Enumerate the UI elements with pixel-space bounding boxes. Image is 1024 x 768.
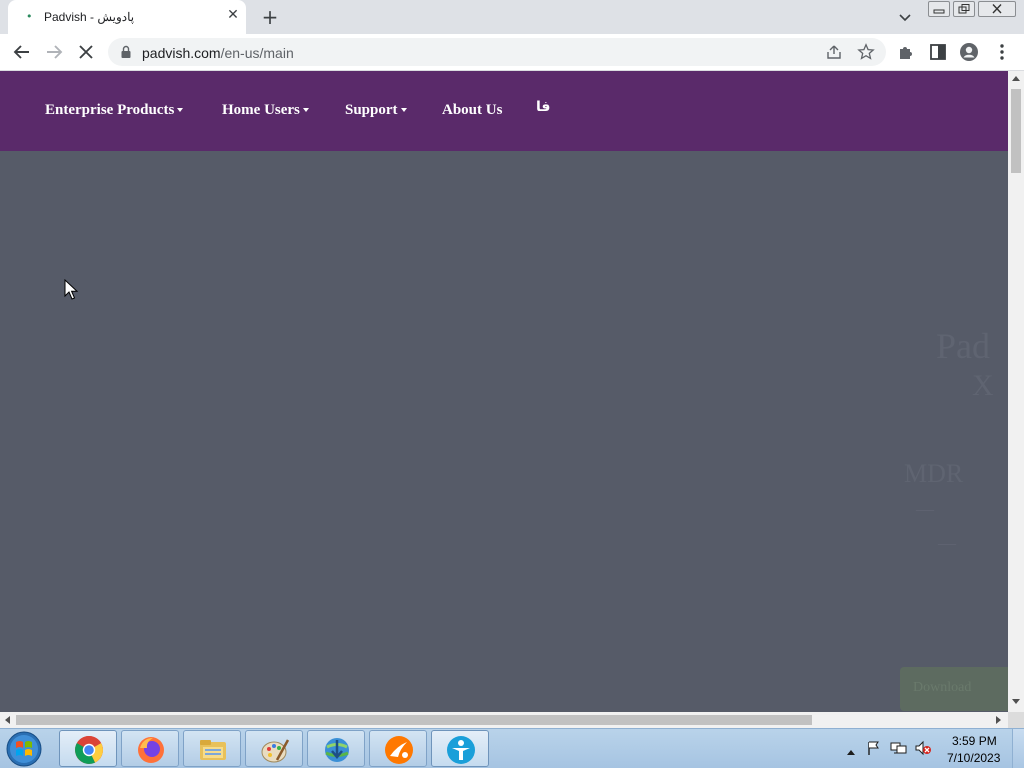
- taskbar-firefox[interactable]: [121, 730, 179, 767]
- back-arrow-icon[interactable]: [10, 40, 34, 64]
- vertical-scrollbar[interactable]: [1008, 71, 1024, 712]
- volume-muted-icon[interactable]: [914, 740, 932, 761]
- file-explorer-icon: [200, 740, 226, 760]
- taskbar-file-explorer[interactable]: [183, 730, 241, 767]
- hero-text-line-faded: —: [938, 533, 956, 553]
- taskbar-download-manager[interactable]: [307, 730, 365, 767]
- minimize-window-button[interactable]: [928, 1, 950, 17]
- scroll-right-arrow-icon[interactable]: [996, 716, 1001, 724]
- side-panel-icon[interactable]: [928, 42, 948, 62]
- start-button[interactable]: [4, 730, 44, 768]
- mouse-cursor-icon: [64, 279, 78, 300]
- nav-home-users[interactable]: Home Users: [222, 102, 309, 119]
- profile-avatar-icon[interactable]: [959, 42, 979, 62]
- lock-icon[interactable]: [120, 45, 132, 59]
- url-text: padvish.com/en-us/main: [142, 45, 294, 61]
- scroll-down-arrow-icon[interactable]: [1012, 699, 1020, 704]
- paint-icon: [261, 739, 290, 763]
- padvish-favicon-icon: •: [26, 10, 33, 23]
- address-bar[interactable]: padvish.com/en-us/main: [108, 38, 886, 66]
- forward-arrow-icon[interactable]: [42, 40, 66, 64]
- new-tab-button[interactable]: +: [258, 4, 282, 30]
- nav-about-us[interactable]: About Us: [442, 102, 502, 119]
- url-path: /en-us/main: [220, 45, 294, 61]
- horizontal-scrollbar[interactable]: [0, 712, 1008, 728]
- site-navbar: Enterprise Products Home Users Support A…: [0, 71, 1008, 151]
- teamviewer-icon: [447, 736, 475, 764]
- hero-cta-button-faded: Download: [900, 667, 1008, 711]
- url-domain: padvish.com: [142, 45, 221, 61]
- download-manager-icon: [325, 738, 349, 762]
- show-desktop-button[interactable]: [1012, 729, 1024, 768]
- page-viewport: Enterprise Products Home Users Support A…: [0, 71, 1008, 712]
- taskbar-avast[interactable]: [369, 730, 427, 767]
- browser-menu-kebab-icon[interactable]: [992, 42, 1012, 62]
- windows-taskbar: 3:59 PM 7/10/2023: [0, 728, 1024, 768]
- tab-title: Padvish - پادویش: [44, 10, 135, 24]
- caret-down-icon: [302, 107, 309, 112]
- tab-close-icon[interactable]: ✕: [225, 7, 241, 27]
- taskbar-chrome[interactable]: [59, 730, 117, 767]
- scrollbar-corner: [1008, 712, 1024, 728]
- taskbar-teamviewer[interactable]: [431, 730, 489, 767]
- share-icon[interactable]: [825, 43, 843, 61]
- firefox-icon: [138, 737, 164, 763]
- show-hidden-icons-arrow-icon[interactable]: [846, 743, 856, 761]
- browser-toolbar: padvish.com/en-us/main: [0, 34, 1024, 71]
- caret-down-icon: [400, 107, 407, 112]
- scroll-up-arrow-icon[interactable]: [1012, 76, 1020, 81]
- nav-enterprise-products[interactable]: Enterprise Products: [45, 102, 184, 119]
- horizontal-scroll-thumb[interactable]: [16, 715, 812, 725]
- restore-window-button[interactable]: [953, 1, 975, 17]
- stop-loading-icon[interactable]: [74, 40, 98, 64]
- tab-strip: • Padvish - پادویش ✕ +: [0, 0, 1024, 34]
- extensions-puzzle-icon[interactable]: [896, 42, 916, 62]
- nav-about-us-label: About Us: [442, 102, 503, 118]
- vertical-scroll-thumb[interactable]: [1011, 89, 1021, 173]
- browser-tab-active[interactable]: • Padvish - پادویش ✕: [8, 0, 246, 34]
- avast-icon: [385, 736, 413, 764]
- hero-title-faded: Pad: [936, 326, 990, 366]
- nav-home-users-label: Home Users: [222, 102, 300, 118]
- scroll-left-arrow-icon[interactable]: [5, 716, 10, 724]
- hero-cta-label-faded: Download: [913, 680, 972, 695]
- hero-heading-faded: MDR: [904, 459, 964, 488]
- clock-date[interactable]: 7/10/2023: [947, 751, 1000, 765]
- language-switch-persian[interactable]: فا: [536, 99, 550, 115]
- bookmark-star-icon[interactable]: [857, 43, 875, 61]
- nav-support-label: Support: [345, 102, 398, 118]
- nav-enterprise-products-label: Enterprise Products: [45, 102, 175, 118]
- close-window-button[interactable]: [978, 1, 1016, 17]
- tab-search-chevron-icon[interactable]: [896, 8, 914, 26]
- hero-subtitle-faded: X: [972, 369, 994, 402]
- chrome-icon: [75, 736, 103, 764]
- action-center-flag-icon[interactable]: [866, 740, 882, 761]
- caret-down-icon: [177, 107, 184, 112]
- taskbar-paint[interactable]: [245, 730, 303, 767]
- hero-text-line-faded: —: [916, 499, 934, 519]
- network-icon[interactable]: [890, 740, 908, 761]
- clock-time[interactable]: 3:59 PM: [952, 734, 997, 748]
- nav-support[interactable]: Support: [345, 102, 407, 119]
